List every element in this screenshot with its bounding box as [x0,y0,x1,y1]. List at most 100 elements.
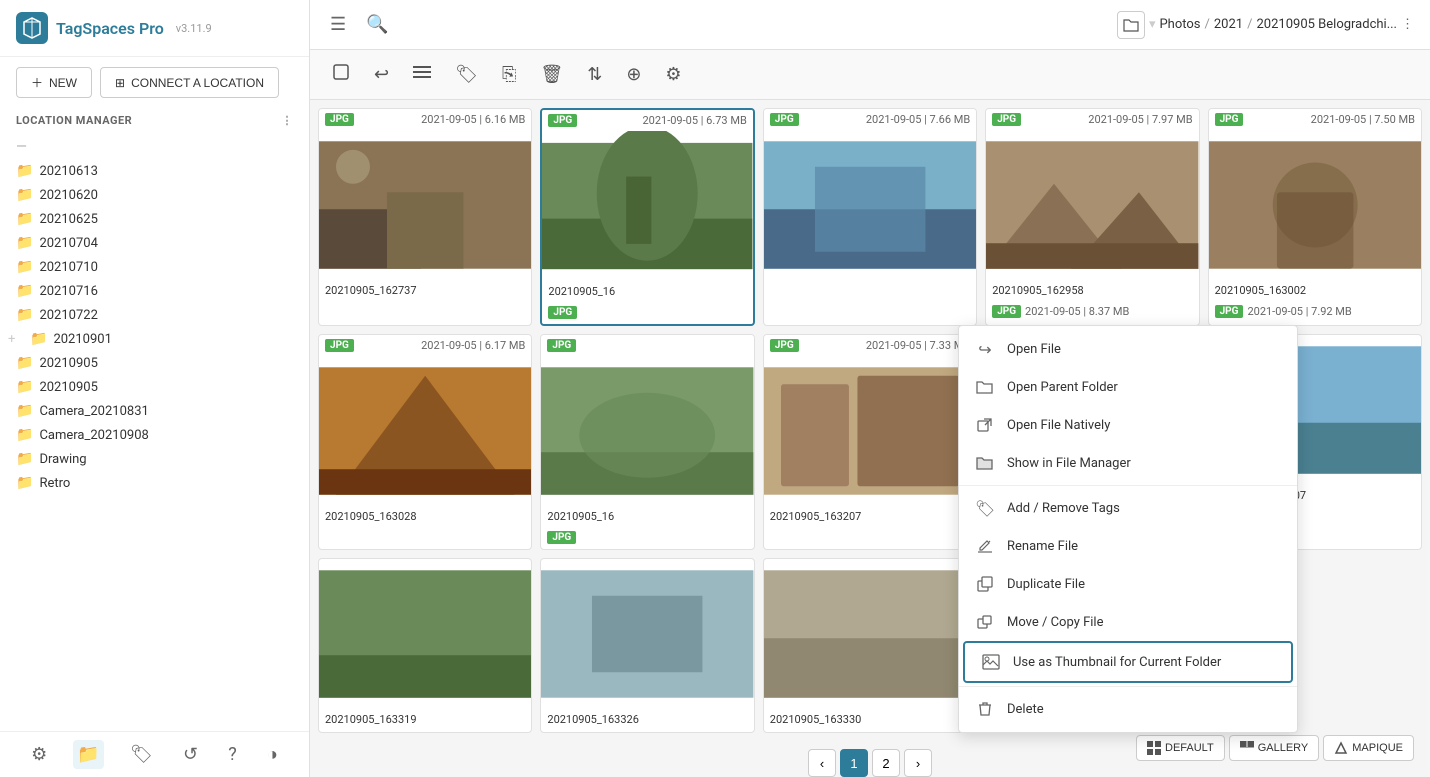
move-copy-icon [975,612,995,632]
photo-card-6[interactable]: JPG 2021-09-05 | 6.17 MB 20210905_163028 [318,334,532,550]
menu-item-delete[interactable]: Delete [959,690,1297,728]
badge-1: JPG [325,113,354,126]
menu-item-add-tags[interactable]: 🏷 Add / Remove Tags [959,489,1297,527]
photo-card-1[interactable]: JPG 2021-09-05 | 6.16 MB 20210905_162737 [318,108,532,326]
copy-icon[interactable]: ⎘ [496,58,522,91]
new-button[interactable]: ＋ NEW [16,67,92,98]
sort-icon[interactable]: ⇅ [581,58,608,91]
folder-item-camera-aug[interactable]: 📁 Camera_20210831 [0,399,309,423]
duplicate-icon [975,574,995,594]
folder-item-20210901[interactable]: + 📁 20210901 [0,327,309,351]
badge-4: JPG [992,113,1021,126]
folder-icon-5: 📁 [16,259,33,275]
history-icon[interactable]: ↺ [179,740,202,769]
menu-divider-2 [959,686,1297,687]
search-icon[interactable]: 🔍 [362,10,392,39]
photo-bottom-3 [764,290,976,297]
folder-item-20210722[interactable]: 📁 20210722 [0,303,309,327]
folder-item-20210620[interactable]: 📁 20210620 [0,183,309,207]
badge-2: JPG [548,114,577,127]
more-options-icon[interactable]: ⋮ [282,114,294,127]
menu-item-move-copy[interactable]: Move / Copy File [959,603,1297,641]
folder-name-20210625: 20210625 [39,212,293,227]
breadcrumb-photos[interactable]: Photos [1159,17,1200,32]
folder-name-20210905a: 20210905 [39,356,293,371]
badge-6: JPG [325,339,354,352]
sidebar: TagSpaces Pro v3.11.9 ＋ NEW ⊞ CONNECT A … [0,0,310,777]
folder-item-20210710[interactable]: 📁 20210710 [0,255,309,279]
photo-card-13[interactable]: 20210905_163330 [763,558,977,733]
connect-icon: ⊞ [115,76,125,90]
photo-card-3[interactable]: JPG 2021-09-05 | 7.66 MB [763,108,977,326]
folder-name-20210722: 20210722 [39,308,293,323]
photo-card-11[interactable]: 20210905_163319 [318,558,532,733]
gallery-view-button[interactable]: GALLERY [1229,735,1320,761]
context-menu: ↪ Open File Open Parent Folder Open File… [958,325,1298,733]
photo-meta-5: JPG 2021-09-05 | 7.50 MB [1209,109,1421,130]
breadcrumb-2021[interactable]: 2021 [1214,17,1243,32]
photo-card-8[interactable]: JPG 2021-09-05 | 7.33 MB 20210905_163207 [763,334,977,550]
toolbar: ↩ 🏷 ⎘ 🗑 ⇅ ⊕ ⚙ [310,50,1430,100]
menu-item-open-parent[interactable]: Open Parent Folder [959,368,1297,406]
page-1-button[interactable]: 1 [840,749,868,777]
folder-name-20210620: 20210620 [39,188,293,203]
folder-item-camera-sep[interactable]: 📁 Camera_20210908 [0,423,309,447]
settings-toolbar-icon[interactable]: ⚙ [659,58,687,91]
badge-7: JPG [547,339,576,352]
menu-item-rename[interactable]: Rename File [959,527,1297,565]
page-2-button[interactable]: 2 [872,749,900,777]
help-icon[interactable]: ? [224,740,241,769]
folder-item-20210716[interactable]: 📁 20210716 [0,279,309,303]
photo-meta-1: JPG 2021-09-05 | 6.16 MB [319,109,531,130]
delete-toolbar-icon[interactable]: 🗑 [534,58,569,91]
folder-item-20210704[interactable]: 📁 20210704 [0,231,309,255]
contrast-icon[interactable]: ◑ [263,740,282,769]
photo-bottom-8 [764,529,976,536]
folder-item-parent[interactable]: — [0,135,309,159]
list-view-icon[interactable] [407,58,437,91]
photo-img-8 [764,356,976,506]
tag-view-icon[interactable]: 🏷 [449,58,484,91]
photo-img-1 [319,130,531,280]
location-manager-label: LOCATION MANAGER [16,114,132,127]
expand-icon: + [8,332,24,347]
photo-card-7[interactable]: JPG 20210905_16 JPG [540,334,754,550]
folder-name-20210710: 20210710 [39,260,293,275]
breadcrumb-folder-icon[interactable] [1117,11,1145,39]
default-view-button[interactable]: DEFAULT [1136,735,1225,761]
menu-item-open-file[interactable]: ↪ Open File [959,330,1297,368]
menu-label-add-tags: Add / Remove Tags [1007,501,1120,516]
photo-bottom-7: JPG [541,529,753,549]
locations-icon[interactable]: 📁 [73,740,103,769]
menu-item-open-natively[interactable]: Open File Natively [959,406,1297,444]
folder-item-20210905-b[interactable]: 📁 20210905 [0,375,309,399]
folder-item-20210613[interactable]: 📁 20210613 [0,159,309,183]
tags-icon[interactable]: 🏷 [126,740,157,769]
import-icon[interactable]: ⊕ [620,58,647,91]
folder-name-drawing: Drawing [39,452,293,467]
photo-bottom-5: JPG 2021-09-05 | 7.92 MB [1209,303,1421,323]
select-all-icon[interactable] [326,57,356,92]
folder-item-drawing[interactable]: 📁 Drawing [0,447,309,471]
photo-bottom-2: JPG [542,304,752,324]
menu-item-show-file-manager[interactable]: Show in File Manager [959,444,1297,482]
mapique-view-button[interactable]: MAPIQUE [1323,735,1414,761]
back-icon[interactable]: ↩ [368,58,395,91]
prev-page-button[interactable]: ‹ [808,749,836,777]
folder-item-retro[interactable]: 📁 Retro [0,471,309,495]
photo-card-4[interactable]: JPG 2021-09-05 | 7.97 MB 20210905_162958… [985,108,1199,326]
breadcrumb-more-icon[interactable]: ⋮ [1401,17,1414,32]
photo-card-2[interactable]: JPG 2021-09-05 | 6.73 MB 20210905_16 JPG [540,108,754,326]
menu-toggle-icon[interactable]: ☰ [326,10,350,39]
menu-item-duplicate[interactable]: Duplicate File [959,565,1297,603]
photo-card-12[interactable]: 20210905_163326 [540,558,754,733]
next-page-button[interactable]: › [904,749,932,777]
photo-card-5[interactable]: JPG 2021-09-05 | 7.50 MB 20210905_163002… [1208,108,1422,326]
connect-location-button[interactable]: ⊞ CONNECT A LOCATION [100,67,279,98]
photo-filename-8: 20210905_163207 [764,506,976,529]
menu-item-use-thumbnail[interactable]: Use as Thumbnail for Current Folder [963,641,1293,683]
folder-item-20210905-a[interactable]: 📁 20210905 [0,351,309,375]
settings-icon[interactable]: ⚙ [27,740,51,769]
folder-name-camera-aug: Camera_20210831 [39,404,293,419]
folder-item-20210625[interactable]: 📁 20210625 [0,207,309,231]
